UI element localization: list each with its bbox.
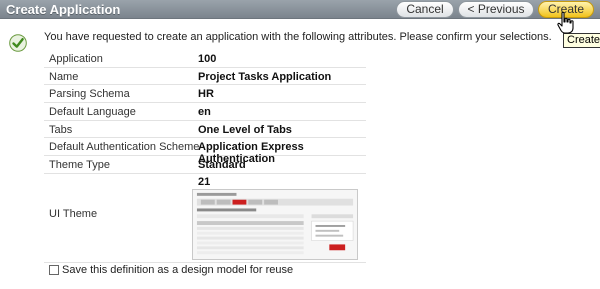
attribute-row: Default Language en [44,103,366,121]
attribute-row: Tabs One Level of Tabs [44,121,366,139]
attribute-value: en [198,106,211,119]
attribute-row: Default Authentication Scheme Applicatio… [44,138,366,165]
attribute-row: Parsing Schema HR [44,85,366,104]
cancel-button[interactable]: Cancel [396,1,454,18]
attribute-label: Default Language [49,106,136,119]
attribute-row: Name Project Tasks Application [44,68,366,86]
attribute-label: UI Theme [49,207,98,220]
check-icon [9,34,27,52]
intro-text: You have requested to create an applicat… [44,31,552,43]
attribute-value: Project Tasks Application [198,70,332,83]
attribute-value: 21 [198,175,211,188]
attribute-value: One Level of Tabs [198,123,292,136]
page-header: Create Application Cancel < Previous Cre… [0,0,600,19]
theme-preview-image [192,188,358,260]
attribute-label: Tabs [49,123,73,136]
attribute-label: Name [49,70,79,83]
attribute-value: Standard [198,159,246,172]
attribute-label: Application [49,53,103,65]
attribute-row: Theme Type Standard [44,156,366,174]
hand-cursor-icon [557,11,574,34]
attributes-table: Application 100 Name Project Tasks Appli… [44,50,366,263]
save-design-model-label: Save this definition as a design model f… [62,264,294,276]
attribute-value: 100 [198,53,217,65]
attribute-label: Parsing Schema [49,88,130,101]
page-title: Create Application [6,2,121,17]
attribute-label: Theme Type [49,159,110,172]
save-design-model-checkbox[interactable] [49,265,59,275]
attribute-row: Application 100 [44,50,366,68]
create-tooltip: Create [563,33,600,48]
previous-button[interactable]: < Previous [458,1,534,18]
attribute-value: HR [198,88,214,101]
attribute-row-ui-theme: UI Theme 21 [44,174,366,263]
attribute-label: Default Authentication Scheme [49,141,200,154]
